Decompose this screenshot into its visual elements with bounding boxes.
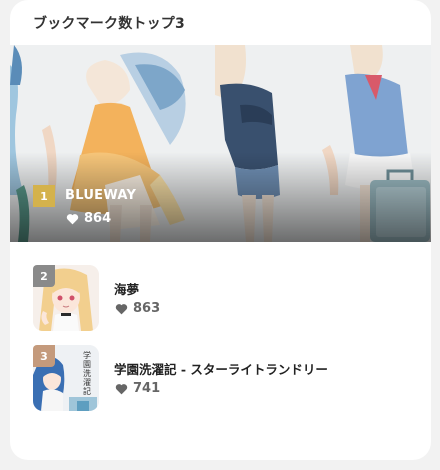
bookmark-count-value: 741 (133, 381, 161, 396)
thumbnail-title-text: 学園洗濯記 (83, 351, 91, 396)
bookmark-count-value: 864 (84, 211, 112, 226)
rank-badge-1: 1 (33, 185, 55, 207)
ranked-work-3[interactable]: 学園洗濯記 3 学園洗濯記 - スターライトランドリー 741 (33, 345, 423, 411)
top-ranked-work[interactable]: 1 BLUEWAY 864 (10, 45, 431, 242)
heart-icon (66, 213, 79, 224)
bookmark-count-value: 863 (133, 301, 161, 316)
bookmark-count: 864 (66, 211, 111, 226)
rank-badge-3: 3 (33, 345, 55, 367)
bookmark-count: 741 (115, 381, 160, 396)
work-title: BLUEWAY (65, 188, 137, 203)
ranked-work-2[interactable]: 2 海夢 863 (33, 265, 423, 331)
rank-number: 3 (40, 349, 48, 363)
ranking-card: ブックマーク数トップ3 1 BLUEWAY 864 2 海夢 863 学園洗濯記… (10, 0, 431, 460)
work-title: 学園洗濯記 - スターライトランドリー (114, 362, 328, 377)
heart-icon (115, 303, 128, 314)
work-title: 海夢 (114, 282, 140, 297)
rank-number: 1 (40, 189, 48, 203)
bookmark-count: 863 (115, 301, 160, 316)
card-title: ブックマーク数トップ3 (33, 16, 185, 32)
rank-number: 2 (40, 269, 48, 283)
heart-icon (115, 383, 128, 394)
rank-badge-2: 2 (33, 265, 55, 287)
